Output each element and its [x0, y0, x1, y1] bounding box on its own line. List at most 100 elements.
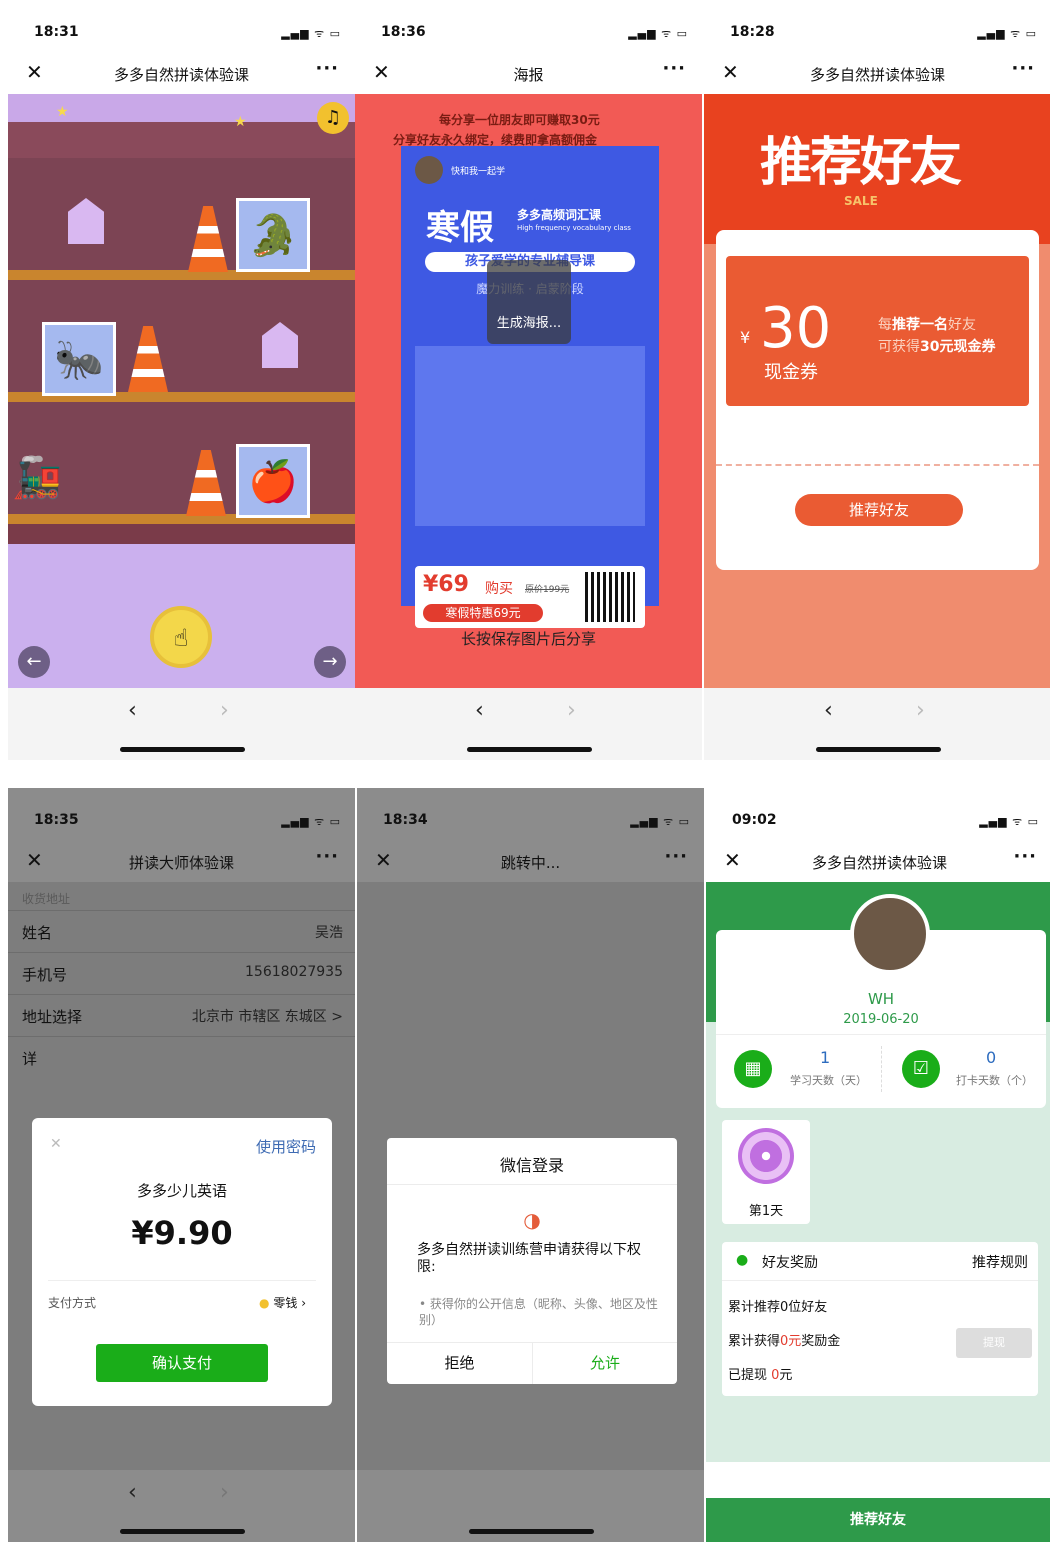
- product-name: 多多少儿英语: [136, 1182, 227, 1200]
- forward-icon[interactable]: ›: [567, 698, 576, 723]
- reward-text: 奖励金: [801, 1334, 841, 1349]
- total-reward: 累计获得0元奖励金: [728, 1330, 840, 1349]
- coupon-currency: ¥: [740, 328, 751, 347]
- sale-tag: SALE: [844, 194, 878, 208]
- home-indicator: [467, 747, 592, 752]
- loading-toast: 生成海报...: [487, 260, 571, 344]
- back-icon[interactable]: ‹: [128, 1480, 137, 1505]
- address-form: 收货地址 姓名 吴浩 手机号 15618027935 地址选择 北京市 市辖区 东城区…: [8, 882, 355, 1470]
- friend-reward-title: 好友奖励: [762, 1255, 818, 1271]
- page-title: 拼读大师体验课: [128, 854, 234, 872]
- avatar: [415, 156, 443, 184]
- time: 18:35: [34, 812, 79, 828]
- prev-button[interactable]: ←: [18, 646, 50, 678]
- name-field[interactable]: 吴浩: [315, 922, 343, 942]
- more-icon[interactable]: ···: [315, 58, 339, 79]
- back-icon[interactable]: ‹: [475, 698, 484, 723]
- special-offer: 寒假特惠69元: [423, 604, 543, 622]
- allow-button[interactable]: 允许: [532, 1342, 677, 1384]
- product-illustration: [415, 346, 645, 526]
- reward-value: 0元: [780, 1334, 802, 1349]
- save-hint: 长按保存图片后分享: [460, 630, 596, 648]
- apple-card[interactable]: 🍎: [236, 444, 310, 518]
- close-icon[interactable]: ✕: [50, 1136, 62, 1152]
- page-title: 多多自然拼读体验课: [809, 66, 945, 84]
- coupon-desc: 每推荐一名好友 可获得30元现金券: [878, 314, 995, 358]
- home-indicator: [120, 747, 245, 752]
- divider: [8, 1036, 355, 1037]
- nav-bar: ✕ 海报 ···: [355, 52, 702, 94]
- screen-payment: 18:35 ▂▄▆ ᯤ ▭ ✕ 拼读大师体验课 ··· 收货地址 姓名 吴浩 手机号 15…: [8, 788, 355, 1542]
- hand-icon[interactable]: ☝: [150, 606, 212, 668]
- row-label: 手机号: [22, 966, 68, 984]
- next-button[interactable]: →: [314, 646, 346, 678]
- friend-reward-panel: ● 好友奖励 推荐规则 累计推荐0位好友 累计获得0元奖励金 已提现 0元 提现: [722, 1242, 1038, 1396]
- browser-toolbar: [357, 1470, 704, 1542]
- profile-card: WH 2019-06-20 ▦ 1 学习天数（天） ☑ 0 打卡天数（个）: [716, 894, 1046, 1108]
- reward-text: 累计获得: [728, 1334, 781, 1349]
- home-indicator: [816, 747, 941, 752]
- crocodile-card[interactable]: 🐊: [236, 198, 310, 272]
- more-icon[interactable]: ···: [315, 846, 339, 867]
- overlay: 微信登录 ◑ 多多自然拼读训练营申请获得以下权限: • 获得你的公开信息（昵称、…: [357, 882, 704, 1470]
- forward-icon[interactable]: ›: [916, 698, 925, 723]
- recommend-button[interactable]: 推荐好友: [795, 494, 963, 526]
- status-bar: 18:31 ▂▄▆ ᯤ ▭: [8, 0, 355, 52]
- home-indicator: [120, 1529, 245, 1534]
- day-card[interactable]: 第1天: [722, 1120, 810, 1224]
- game-canvas[interactable]: ★ ★ ♫ 🐊 🐜 🍎 🚂 ☝ ← →: [8, 94, 355, 688]
- lollipop-icon: [738, 1128, 794, 1184]
- withdrawn-text: 已提现: [728, 1368, 772, 1383]
- divider: [716, 1034, 1046, 1035]
- screen-game: 18:31 ▂▄▆ ᯤ ▭ ✕ 多多自然拼读体验课 ··· ★ ★ ♫ 🐊 🐜 🍎 🚂…: [8, 0, 355, 760]
- refuse-button[interactable]: 拒绝: [387, 1342, 532, 1384]
- use-password-link[interactable]: 使用密码: [256, 1136, 316, 1157]
- status-bar: 18:28 ▂▄▆ ᯤ ▭: [704, 0, 1050, 52]
- forward-icon[interactable]: ›: [220, 1480, 229, 1505]
- total-referrals: 累计推荐0位好友: [728, 1300, 828, 1315]
- confirm-pay-button[interactable]: 确认支付: [96, 1344, 268, 1382]
- withdrawn-unit: 元: [779, 1368, 793, 1383]
- payment-method-label: 支付方式: [48, 1296, 97, 1310]
- status-bar: 18:35 ▂▄▆ ᯤ ▭: [8, 788, 355, 840]
- more-icon[interactable]: ···: [664, 846, 688, 867]
- poster-en: High frequency vocabulary class: [517, 224, 631, 232]
- nav-bar: ✕ 多多自然拼读体验课 ···: [704, 52, 1050, 94]
- coupon-label: 现金券: [764, 362, 818, 383]
- more-icon[interactable]: ···: [1011, 58, 1035, 79]
- user-icon: ●: [736, 1252, 749, 1268]
- permission-item: • 获得你的公开信息（昵称、头像、地区及性别）: [419, 1297, 658, 1327]
- star-icon: ★: [56, 104, 69, 120]
- payment-method-value: 零钱: [273, 1296, 298, 1310]
- screen-recommend: 18:28 ▂▄▆ ᯤ ▭ ✕ 多多自然拼读体验课 ··· 推荐好友 SALE ¥ 3…: [704, 0, 1050, 760]
- nav-bar: ✕ 跳转中... ···: [357, 840, 704, 882]
- ant-card[interactable]: 🐜: [42, 322, 116, 396]
- study-days-label: 学习天数（天）: [790, 1074, 867, 1087]
- screen-login: 18:34 ▂▄▆ ᯤ ▭ ✕ 跳转中... ··· 微信登录 ◑ 多多自然拼读训练营…: [357, 788, 704, 1542]
- payment-method[interactable]: ● 零钱 ›: [259, 1294, 306, 1311]
- checkin-days-label: 打卡天数（个）: [956, 1074, 1033, 1087]
- music-icon[interactable]: ♫: [317, 102, 349, 134]
- poster-header: 每分享一位朋友即可赚取30元 分享好友永久绑定，续费即拿高额佣金: [393, 110, 600, 150]
- train-icon: 🚂: [12, 455, 62, 501]
- phone-field[interactable]: 15618027935: [245, 964, 343, 980]
- poster-title: 寒假: [426, 208, 494, 248]
- signal-icon: ▂▄▆ ᯤ ▭: [281, 27, 341, 40]
- poster-image[interactable]: 快和我一起学 寒假 多多高频词汇课 High frequency vocabul…: [401, 146, 659, 628]
- back-icon[interactable]: ‹: [824, 698, 833, 723]
- more-icon[interactable]: ···: [1013, 846, 1037, 867]
- browser-toolbar: ‹ ›: [355, 688, 702, 760]
- recommend-rules-link[interactable]: 推荐规则: [972, 1252, 1028, 1272]
- back-icon[interactable]: ‹: [128, 698, 137, 723]
- more-icon[interactable]: ···: [662, 58, 686, 79]
- withdraw-button[interactable]: 提现: [956, 1328, 1032, 1358]
- coupon-amount: 30: [760, 296, 832, 361]
- coupon-card: ¥ 30 现金券 每推荐一名好友 可获得30元现金券 推荐好友: [716, 230, 1039, 570]
- withdrawn: 已提现 0元: [728, 1364, 792, 1383]
- poster-user: 快和我一起学: [451, 167, 506, 177]
- address-select[interactable]: 北京市 市辖区 东城区 >: [192, 1006, 343, 1026]
- desc-text: 可获得: [878, 339, 920, 355]
- desc-bold: 30元现金券: [920, 339, 996, 355]
- recommend-friend-button[interactable]: 推荐好友: [706, 1498, 1050, 1542]
- forward-icon[interactable]: ›: [220, 698, 229, 723]
